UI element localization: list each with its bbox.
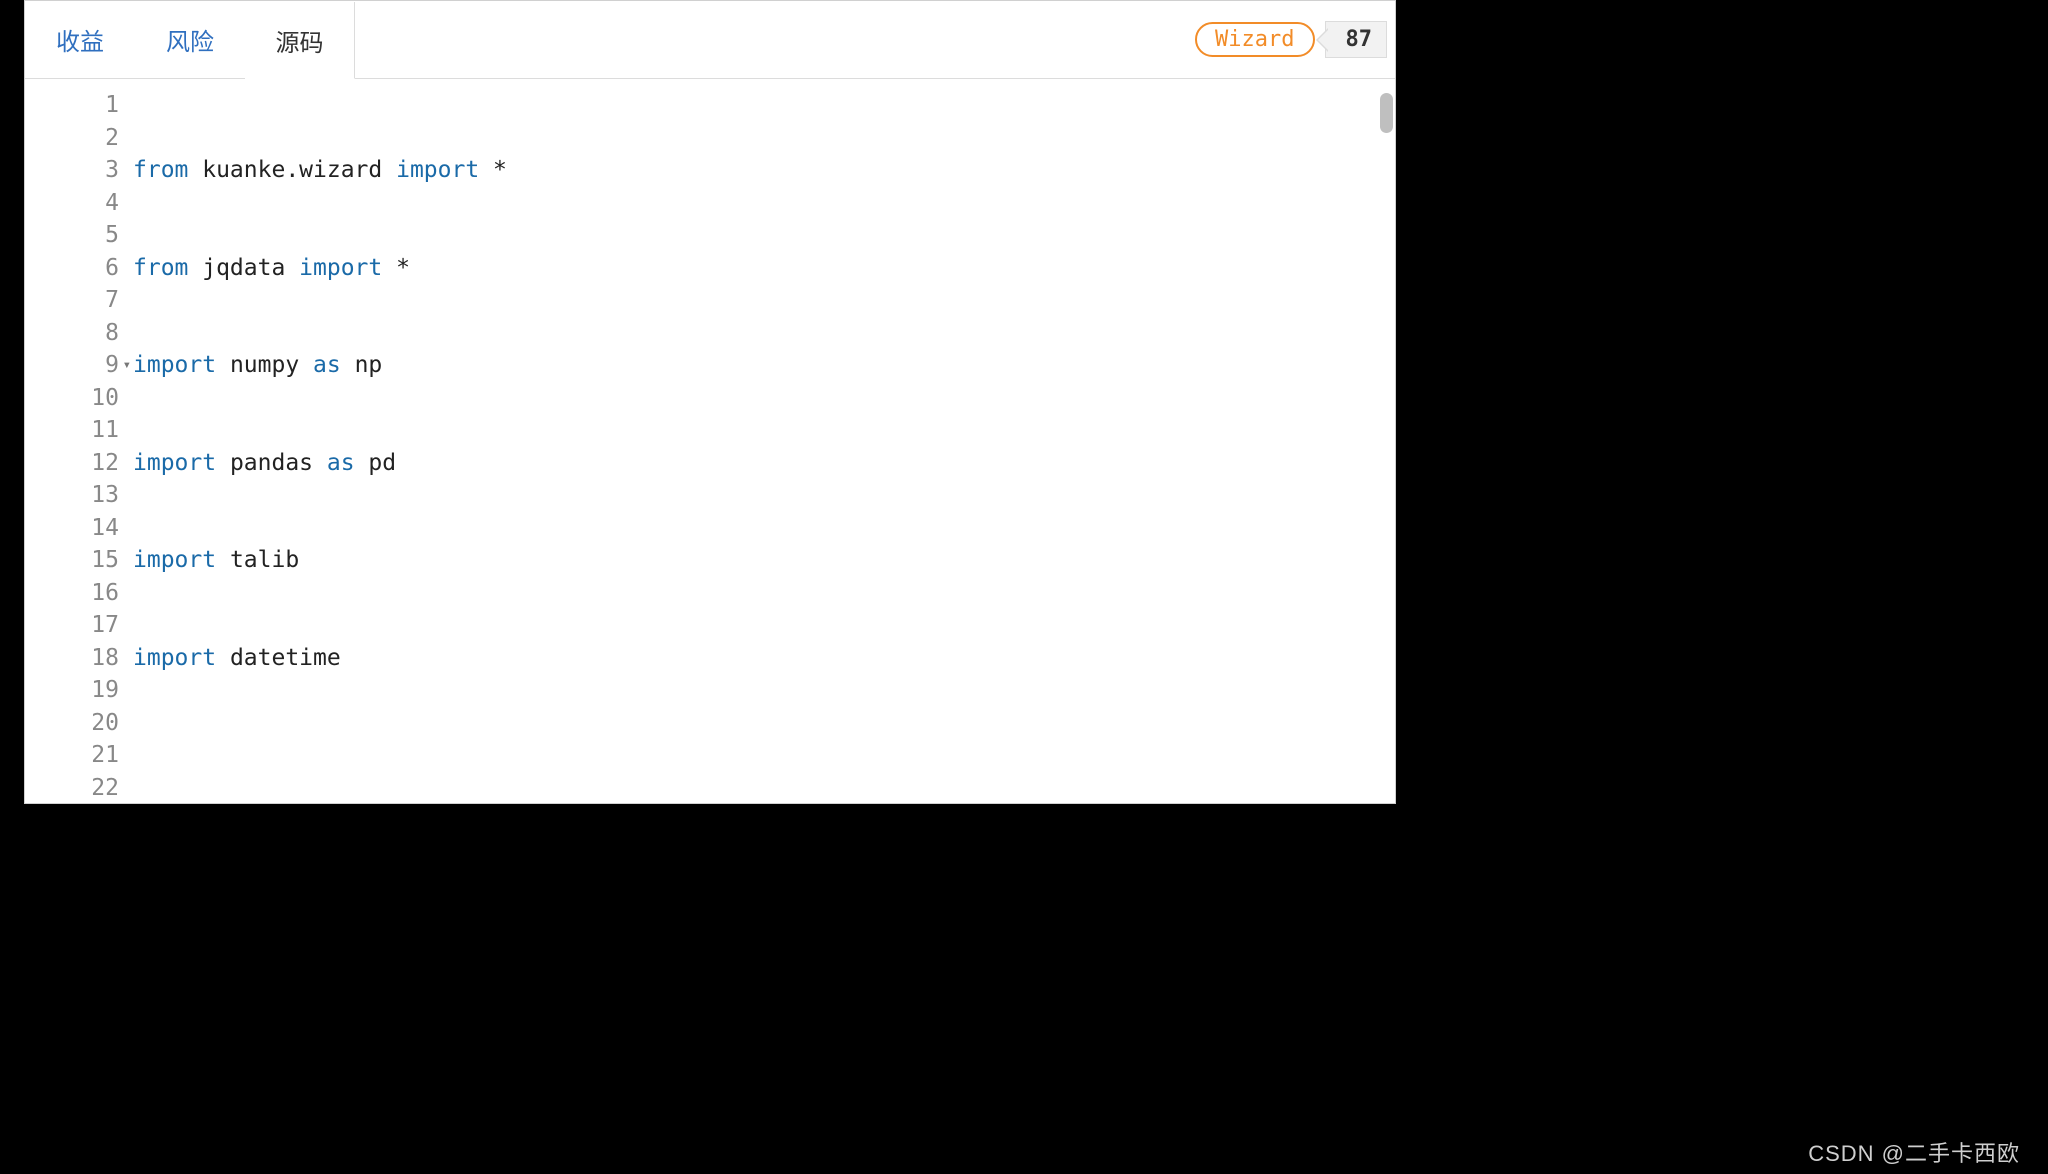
code-line: from jqdata import * [133, 252, 1395, 285]
code-area[interactable]: from kuanke.wizard import * from jqdata … [133, 79, 1395, 803]
gutter-line: 2 [25, 122, 119, 155]
gutter-line: 18 [25, 642, 119, 675]
code-line: from kuanke.wizard import * [133, 154, 1395, 187]
watermark: CSDN @二手卡西欧 [1808, 1136, 2020, 1168]
tabbar-right: Wizard 87 [1195, 1, 1395, 78]
gutter-line: 5 [25, 219, 119, 252]
gutter-line: 19 [25, 674, 119, 707]
gutter-line: 1 [25, 89, 119, 122]
gutter-line-foldable[interactable]: 9 [25, 349, 119, 382]
code-line: import numpy as np [133, 349, 1395, 382]
tab-risk[interactable]: 风险 [135, 1, 245, 78]
app-window: 收益 风险 源码 Wizard 87 1 2 3 4 5 6 7 8 9 10 … [24, 0, 1396, 804]
code-line: import pandas as pd [133, 447, 1395, 480]
gutter-line: 6 [25, 252, 119, 285]
gutter-line: 11 [25, 414, 119, 447]
gutter-line: 8 [25, 317, 119, 350]
code-line [133, 739, 1395, 772]
tab-profit[interactable]: 收益 [25, 1, 135, 78]
gutter-line: 16 [25, 577, 119, 610]
gutter-line: 17 [25, 609, 119, 642]
gutter-line: 12 [25, 447, 119, 480]
gutter-line: 15 [25, 544, 119, 577]
wizard-badge[interactable]: Wizard [1195, 22, 1314, 57]
tab-bar: 收益 风险 源码 Wizard 87 [25, 1, 1395, 79]
gutter-line: 22 [25, 772, 119, 805]
gutter-line: 13 [25, 479, 119, 512]
gutter-line: 10 [25, 382, 119, 415]
count-badge[interactable]: 87 [1325, 21, 1388, 58]
gutter-line: 7 [25, 284, 119, 317]
gutter-line: 14 [25, 512, 119, 545]
gutter-line: 3 [25, 154, 119, 187]
scrollbar-thumb[interactable] [1380, 93, 1393, 133]
gutter-line: 21 [25, 739, 119, 772]
code-editor[interactable]: 1 2 3 4 5 6 7 8 9 10 11 12 13 14 15 16 1… [25, 79, 1395, 803]
code-line: import talib [133, 544, 1395, 577]
gutter-line: 20 [25, 707, 119, 740]
gutter: 1 2 3 4 5 6 7 8 9 10 11 12 13 14 15 16 1… [25, 79, 133, 803]
gutter-line: 4 [25, 187, 119, 220]
tab-source[interactable]: 源码 [245, 2, 355, 79]
code-line: import datetime [133, 642, 1395, 675]
